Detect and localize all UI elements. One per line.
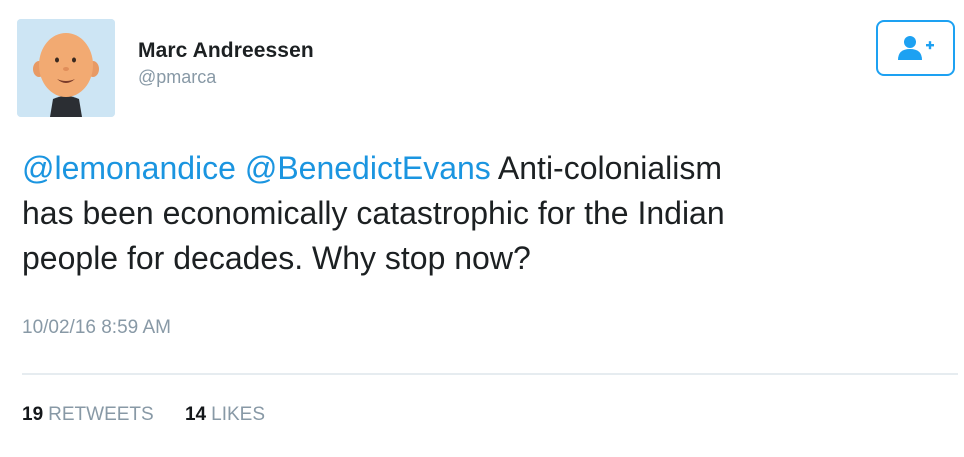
divider xyxy=(22,373,958,375)
tweet-stats: 19 RETWEETS 14 LIKES xyxy=(22,404,291,426)
author-block: Marc Andreessen @pmarca xyxy=(138,38,314,89)
avatar-illustration xyxy=(17,19,115,117)
follow-user-icon xyxy=(897,36,934,60)
tweet-text-line: has been economically catastrophic for t… xyxy=(22,195,725,231)
likes-stat[interactable]: 14 LIKES xyxy=(185,404,265,426)
retweets-count: 19 xyxy=(22,404,44,425)
author-handle[interactable]: @pmarca xyxy=(138,65,314,89)
tweet-text-line: people for decades. Why stop now? xyxy=(22,240,531,276)
tweet-text: @lemonandice @BenedictEvans Anti-colonia… xyxy=(22,146,952,281)
avatar[interactable] xyxy=(17,19,115,117)
mention-link[interactable]: @BenedictEvans xyxy=(245,150,491,186)
likes-count: 14 xyxy=(184,404,207,425)
tweet-card: Marc Andreessen @pmarca @lemonandice @Be… xyxy=(0,0,964,457)
mention-link[interactable]: @lemonandice xyxy=(22,150,236,186)
follow-button[interactable] xyxy=(876,20,955,76)
tweet-timestamp[interactable]: 10/02/16 8:59 AM xyxy=(22,317,171,339)
tweet-text-line: Anti-colonialism xyxy=(497,150,722,186)
author-name[interactable]: Marc Andreessen xyxy=(138,38,314,64)
retweets-label: RETWEETS xyxy=(48,404,154,425)
retweets-stat[interactable]: 19 RETWEETS xyxy=(22,404,154,426)
likes-label: LIKES xyxy=(211,404,265,425)
